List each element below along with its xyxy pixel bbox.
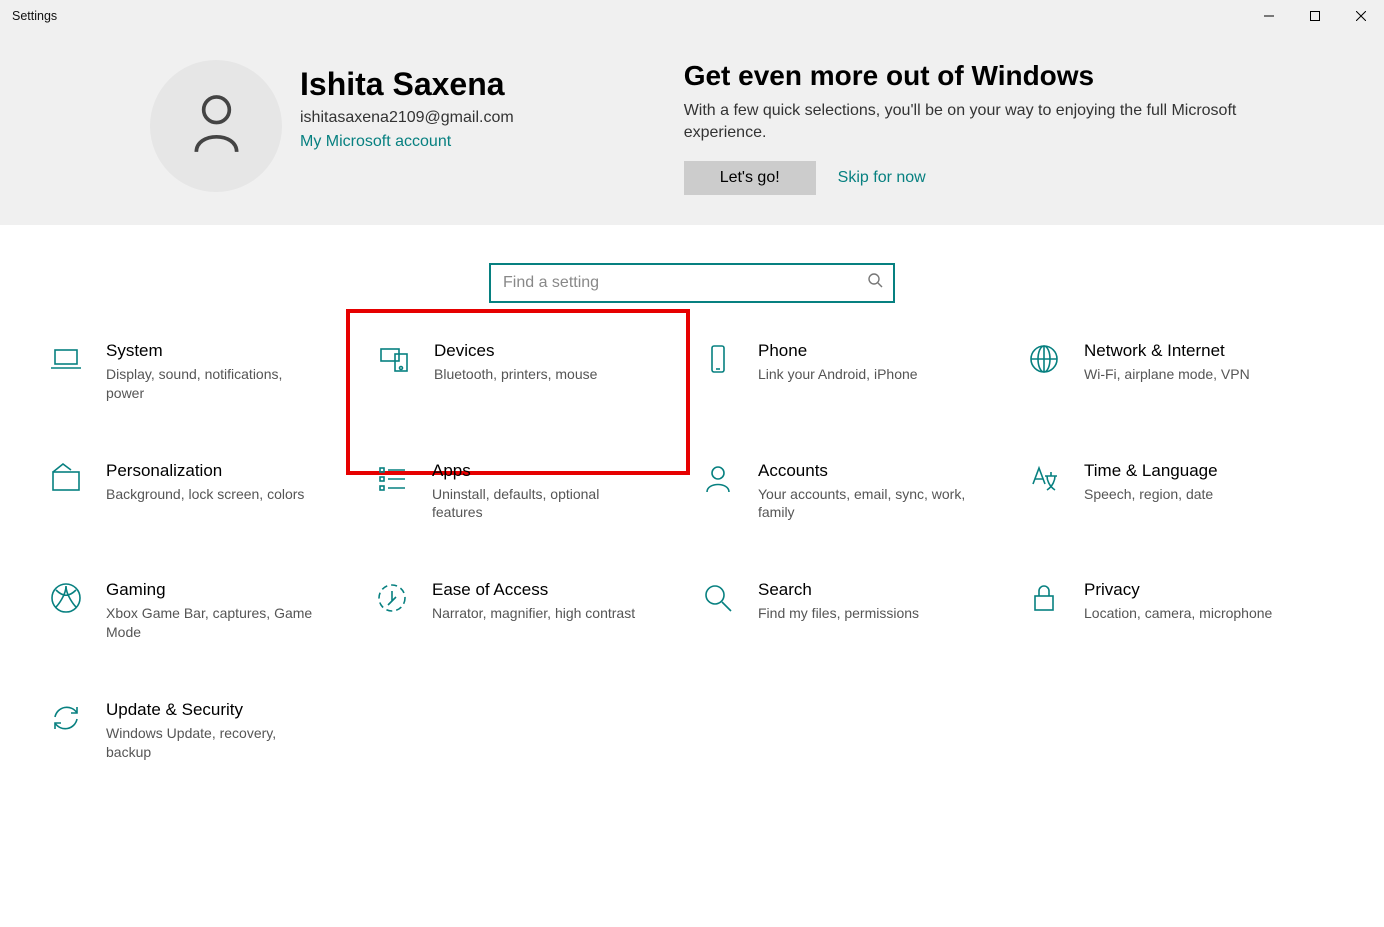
language-icon	[1026, 461, 1062, 497]
minimize-button[interactable]	[1246, 0, 1292, 32]
user-info: Ishita Saxena ishitasaxena2109@gmail.com…	[300, 60, 514, 195]
tile-title: Network & Internet	[1084, 341, 1250, 361]
tile-network[interactable]: Network & Internet Wi-Fi, airplane mode,…	[1024, 337, 1334, 407]
phone-icon	[700, 341, 736, 377]
tile-title: Privacy	[1084, 580, 1272, 600]
tile-subtitle: Link your Android, iPhone	[758, 365, 918, 384]
tile-title: Phone	[758, 341, 918, 361]
tile-phone[interactable]: Phone Link your Android, iPhone	[698, 337, 1008, 407]
search-tile-icon	[700, 580, 736, 616]
window-title: Settings	[12, 9, 57, 23]
promo-subtitle: With a few quick selections, you'll be o…	[684, 100, 1284, 145]
lock-icon	[1026, 580, 1062, 616]
close-button[interactable]	[1338, 0, 1384, 32]
ease-of-access-icon	[374, 580, 410, 616]
tile-subtitle: Background, lock screen, colors	[106, 485, 304, 504]
tile-title: Apps	[432, 461, 642, 481]
tile-search[interactable]: Search Find my files, permissions	[698, 576, 1008, 646]
title-bar: Settings	[0, 0, 1384, 32]
tile-subtitle: Uninstall, defaults, optional features	[432, 485, 642, 523]
tile-title: Update & Security	[106, 700, 316, 720]
apps-list-icon	[374, 461, 410, 497]
window-controls	[1246, 0, 1384, 32]
tile-subtitle: Speech, region, date	[1084, 485, 1218, 504]
tile-subtitle: Wi-Fi, airplane mode, VPN	[1084, 365, 1250, 384]
devices-icon	[376, 341, 412, 377]
tile-subtitle: Bluetooth, printers, mouse	[434, 365, 597, 384]
person-icon	[189, 91, 244, 161]
tile-title: Gaming	[106, 580, 316, 600]
tile-subtitle: Narrator, magnifier, high contrast	[432, 604, 635, 623]
accounts-icon	[700, 461, 736, 497]
tile-subtitle: Display, sound, notifications, power	[106, 365, 316, 403]
tile-time-language[interactable]: Time & Language Speech, region, date	[1024, 457, 1334, 527]
avatar[interactable]	[150, 60, 282, 192]
lets-go-button[interactable]: Let's go!	[684, 161, 816, 195]
search-input[interactable]	[501, 273, 867, 293]
tile-title: Accounts	[758, 461, 968, 481]
globe-icon	[1026, 341, 1062, 377]
tile-subtitle: Windows Update, recovery, backup	[106, 724, 316, 762]
tile-subtitle: Xbox Game Bar, captures, Game Mode	[106, 604, 316, 642]
tile-accounts[interactable]: Accounts Your accounts, email, sync, wor…	[698, 457, 1008, 527]
promo-actions: Let's go! Skip for now	[684, 161, 1284, 195]
tile-apps[interactable]: Apps Uninstall, defaults, optional featu…	[372, 457, 682, 527]
tile-system[interactable]: System Display, sound, notifications, po…	[46, 337, 356, 407]
settings-grid: System Display, sound, notifications, po…	[0, 337, 1384, 766]
search-icon	[867, 272, 883, 293]
maximize-button[interactable]	[1292, 0, 1338, 32]
header-panel: Ishita Saxena ishitasaxena2109@gmail.com…	[0, 32, 1384, 225]
tile-update-security[interactable]: Update & Security Windows Update, recove…	[46, 696, 356, 766]
search-box[interactable]	[489, 263, 895, 303]
paint-icon	[48, 461, 84, 497]
tile-subtitle: Location, camera, microphone	[1084, 604, 1272, 623]
user-name: Ishita Saxena	[300, 66, 514, 103]
tile-title: Ease of Access	[432, 580, 635, 600]
search-row	[0, 225, 1384, 337]
my-microsoft-account-link[interactable]: My Microsoft account	[300, 133, 514, 151]
tile-ease-of-access[interactable]: Ease of Access Narrator, magnifier, high…	[372, 576, 682, 646]
tile-subtitle: Find my files, permissions	[758, 604, 919, 623]
tile-gaming[interactable]: Gaming Xbox Game Bar, captures, Game Mod…	[46, 576, 356, 646]
tile-title: System	[106, 341, 316, 361]
sync-icon	[48, 700, 84, 736]
tile-title: Personalization	[106, 461, 304, 481]
laptop-icon	[48, 341, 84, 377]
promo-panel: Get even more out of Windows With a few …	[684, 60, 1284, 195]
tile-privacy[interactable]: Privacy Location, camera, microphone	[1024, 576, 1334, 646]
tile-subtitle: Your accounts, email, sync, work, family	[758, 485, 968, 523]
gaming-icon	[48, 580, 84, 616]
promo-title: Get even more out of Windows	[684, 60, 1284, 92]
user-email: ishitasaxena2109@gmail.com	[300, 109, 514, 127]
tile-title: Time & Language	[1084, 461, 1218, 481]
skip-for-now-link[interactable]: Skip for now	[838, 169, 926, 187]
tile-title: Search	[758, 580, 919, 600]
tile-devices[interactable]: Devices Bluetooth, printers, mouse	[346, 309, 690, 475]
tile-personalization[interactable]: Personalization Background, lock screen,…	[46, 457, 356, 527]
tile-title: Devices	[434, 341, 597, 361]
